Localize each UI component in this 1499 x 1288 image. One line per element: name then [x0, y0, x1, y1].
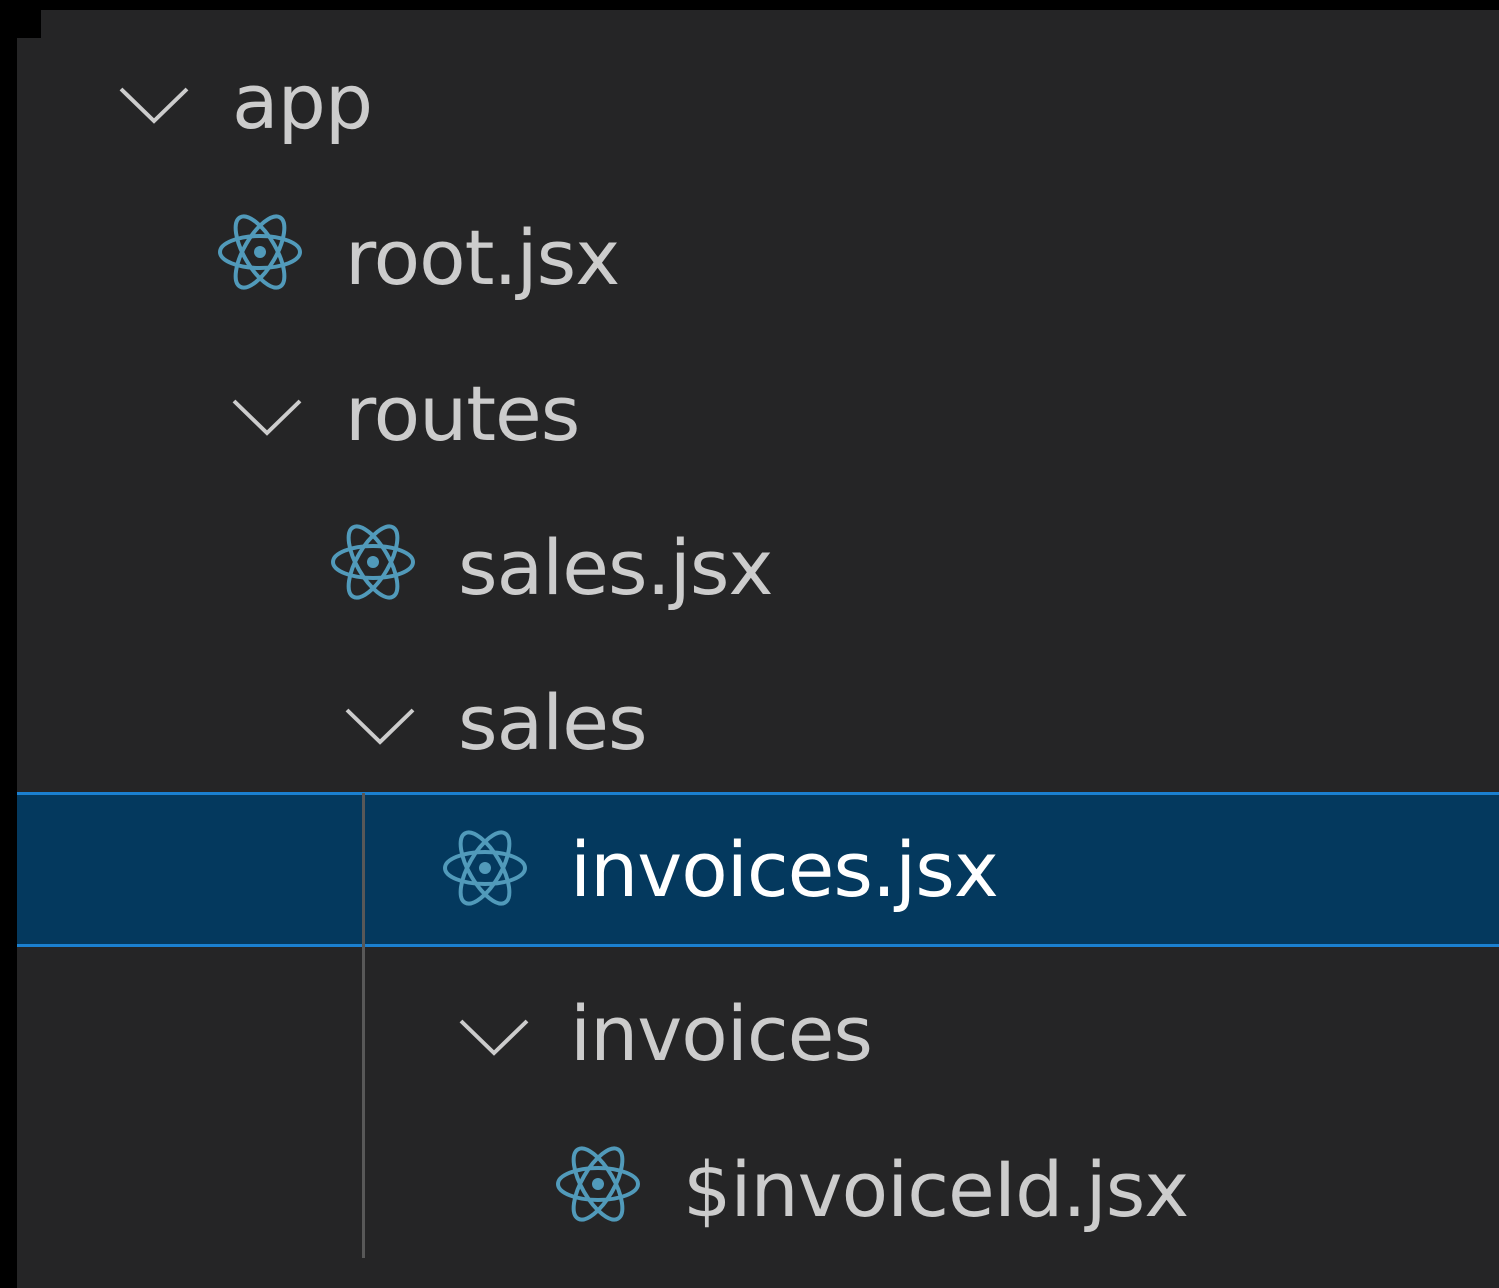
tree-item-label: invoices: [570, 989, 873, 1078]
chevron-down-icon[interactable]: [117, 24, 207, 179]
chevron-down-icon[interactable]: [343, 645, 433, 800]
file-explorer: app root.jsx routes sales.jsx sales invo…: [17, 10, 1499, 1288]
tree-item-label: root.jsx: [345, 213, 620, 302]
tree-item-label: routes: [345, 369, 580, 458]
react-icon: [553, 1112, 653, 1267]
tree-item-invoices-jsx[interactable]: invoices.jsx: [17, 792, 1499, 947]
tree-item-invoiceid-jsx[interactable]: $invoiceId.jsx: [17, 1112, 1499, 1267]
tree-item-label: sales: [458, 678, 648, 767]
tree-item-sales-jsx[interactable]: sales.jsx: [17, 490, 1499, 645]
tree-item-label: sales.jsx: [458, 523, 773, 612]
tree-item-label: invoices.jsx: [570, 825, 999, 914]
tree-item-root-jsx[interactable]: root.jsx: [17, 180, 1499, 335]
react-icon: [328, 490, 428, 645]
chevron-down-icon[interactable]: [230, 336, 320, 491]
tree-item-app[interactable]: app: [17, 24, 1499, 179]
tree-item-sales-folder[interactable]: sales: [17, 645, 1499, 800]
react-icon: [215, 180, 315, 335]
react-icon: [440, 792, 540, 947]
tree-item-invoices-folder[interactable]: invoices: [17, 956, 1499, 1111]
chevron-down-icon[interactable]: [457, 956, 547, 1111]
tree-item-label: $invoiceId.jsx: [683, 1145, 1189, 1234]
tree-item-routes[interactable]: routes: [17, 336, 1499, 491]
tree-item-label: app: [232, 57, 373, 146]
indent-guide: [362, 793, 365, 1258]
